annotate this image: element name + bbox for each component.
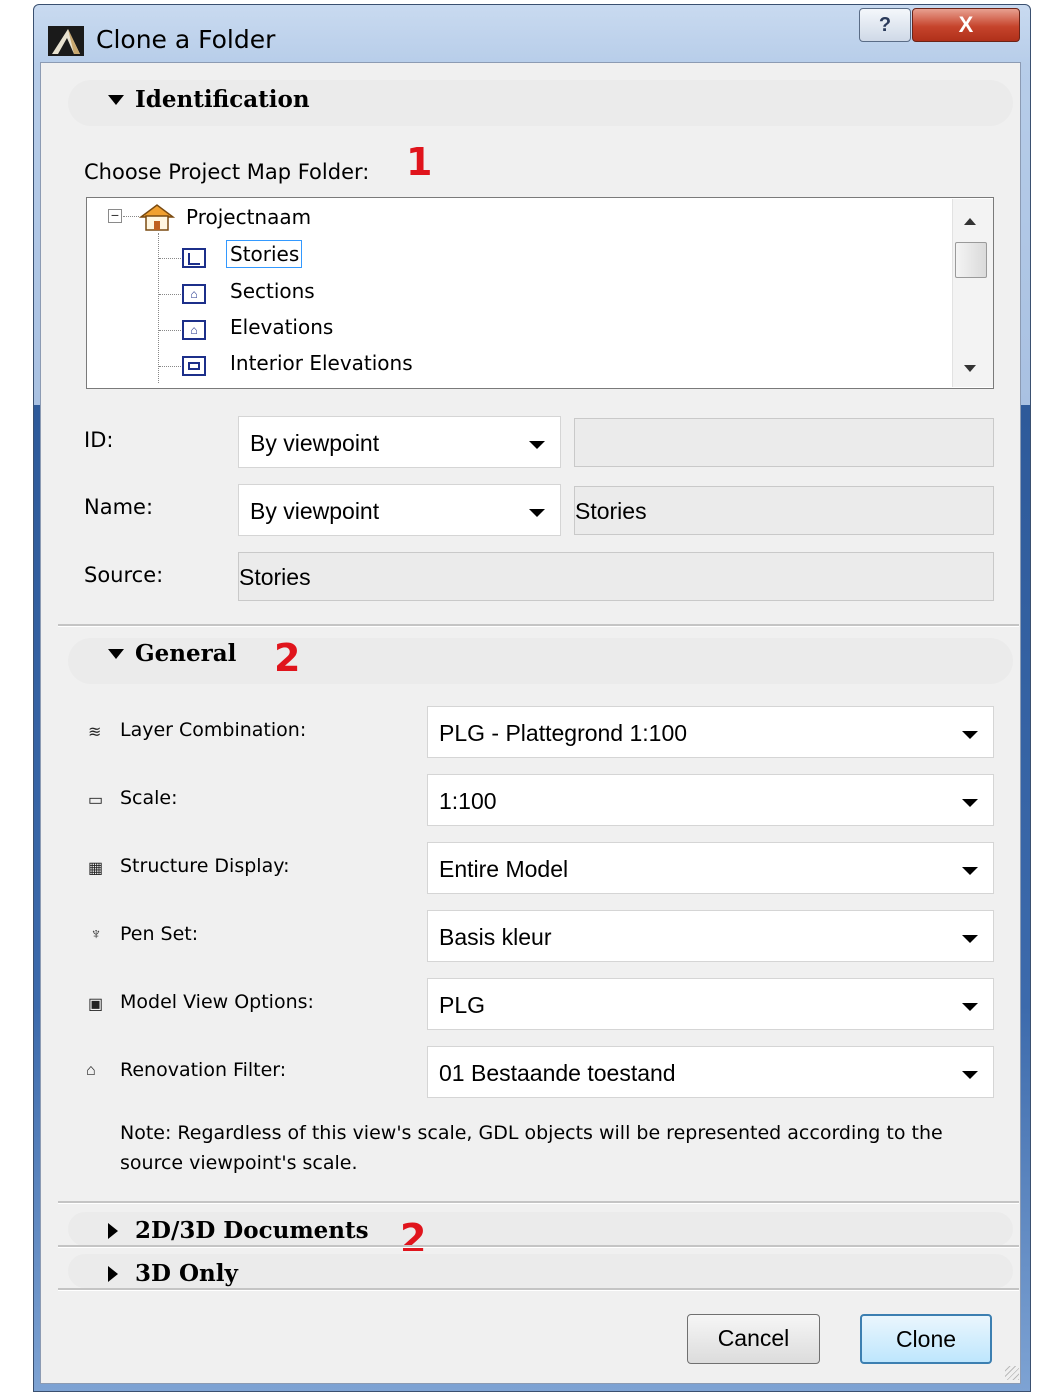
clone-button[interactable]: Clone [860,1314,992,1364]
name-field[interactable]: Stories [574,486,994,535]
source-field: Stories [238,552,994,601]
story-icon [182,248,206,268]
scroll-up-icon[interactable] [964,218,976,225]
model-view-options-value: PLG [439,992,486,1018]
name-label: Name: [84,495,154,519]
model-view-icon: ▣ [88,996,104,1013]
interior-elevation-icon [182,356,206,376]
structure-display-value: Entire Model [439,856,569,882]
pen-set-value: Basis kleur [439,924,552,950]
renovation-filter-select[interactable]: 01 Bestaande toestand [427,1046,994,1098]
id-mode-select[interactable]: By viewpoint [238,416,561,468]
section-divider [58,1201,1019,1204]
chevron-down-icon [962,1003,978,1011]
tree-item-sections[interactable]: Sections [230,279,315,303]
tree-connector [159,294,181,295]
pen-set-select[interactable]: Basis kleur [427,910,994,962]
archicad-icon [48,26,84,56]
elevation-icon: ⌂ [182,320,206,340]
expanded-triangle-icon [108,95,124,105]
scale-value: 1:100 [439,788,497,814]
pen-icon: ♆ [90,926,102,943]
tree-item-interior-elevations[interactable]: Interior Elevations [230,351,413,375]
scroll-down-icon[interactable] [964,365,976,372]
structure-icon: ▦ [88,860,104,877]
tree-scrollbar[interactable] [952,199,993,387]
tree-connector [159,330,181,331]
name-mode-value: By viewpoint [250,498,380,524]
tree-connector [123,216,139,217]
renovation-filter-label: Renovation Filter: [120,1059,287,1081]
structure-display-select[interactable]: Entire Model [427,842,994,894]
choose-folder-label: Choose Project Map Folder: [84,160,370,184]
ruler-icon: ▭ [88,792,104,809]
section-icon: ⌂ [182,284,206,304]
collapsed-triangle-icon [108,1223,118,1239]
tree-item-elevations[interactable]: Elevations [230,315,333,339]
tree-connector [159,258,181,259]
window-title: Clone a Folder [96,25,276,54]
structure-display-label: Structure Display: [120,855,290,877]
name-mode-select[interactable]: By viewpoint [238,484,561,536]
chevron-down-icon [529,441,545,449]
tree-item-stories[interactable]: Stories [226,240,302,268]
close-button[interactable]: X [912,8,1020,42]
model-view-options-select[interactable]: PLG [427,978,994,1030]
renovation-icon: ⌂ [86,1062,96,1079]
model-view-options-label: Model View Options: [120,991,314,1013]
id-field[interactable] [574,418,994,467]
section-divider [58,1288,1019,1291]
scale-note: Note: Regardless of this view's scale, G… [120,1122,943,1174]
id-mode-value: By viewpoint [250,430,380,456]
id-label: ID: [84,428,114,452]
scale-label: Scale: [120,787,178,809]
scroll-thumb[interactable] [955,242,987,278]
scale-select[interactable]: 1:100 [427,774,994,826]
chevron-down-icon [962,867,978,875]
documents-section-title: 2D/3D Documents [135,1217,369,1244]
project-house-icon [139,204,175,231]
collapse-toggle-icon[interactable]: − [108,208,122,223]
renovation-filter-value: 01 Bestaande toestand [439,1060,676,1086]
chevron-down-icon [962,799,978,807]
layers-icon: ≋ [88,724,102,741]
identification-section-title: Identification [135,86,310,113]
layer-combination-value: PLG - Plattegrond 1:100 [439,720,688,746]
annotation-marker-1: 1 [406,140,433,184]
general-section-title: General [135,640,237,667]
layer-combination-label: Layer Combination: [120,719,307,741]
collapsed-triangle-icon [108,1266,118,1282]
chevron-down-icon [962,935,978,943]
cancel-button[interactable]: Cancel [687,1314,820,1364]
chevron-down-icon [962,731,978,739]
chevron-down-icon [962,1071,978,1079]
section-divider [58,1245,1019,1248]
help-button[interactable]: ? [859,8,911,42]
annotation-marker-2: 2 [274,636,301,680]
help-icon: ? [878,14,892,36]
tree-root-projectnaam[interactable]: Projectnaam [186,205,311,229]
section-divider [58,624,1019,627]
expanded-triangle-icon [108,649,124,659]
source-label: Source: [84,563,164,587]
tree-connector [159,366,181,367]
pen-set-label: Pen Set: [120,923,199,945]
layer-combination-select[interactable]: PLG - Plattegrond 1:100 [427,706,994,758]
tree-connector [158,233,159,383]
chevron-down-icon [529,509,545,517]
close-icon: X [958,12,974,37]
3d-only-section-title: 3D Only [135,1260,238,1287]
resize-grip-icon[interactable] [1005,1366,1019,1380]
